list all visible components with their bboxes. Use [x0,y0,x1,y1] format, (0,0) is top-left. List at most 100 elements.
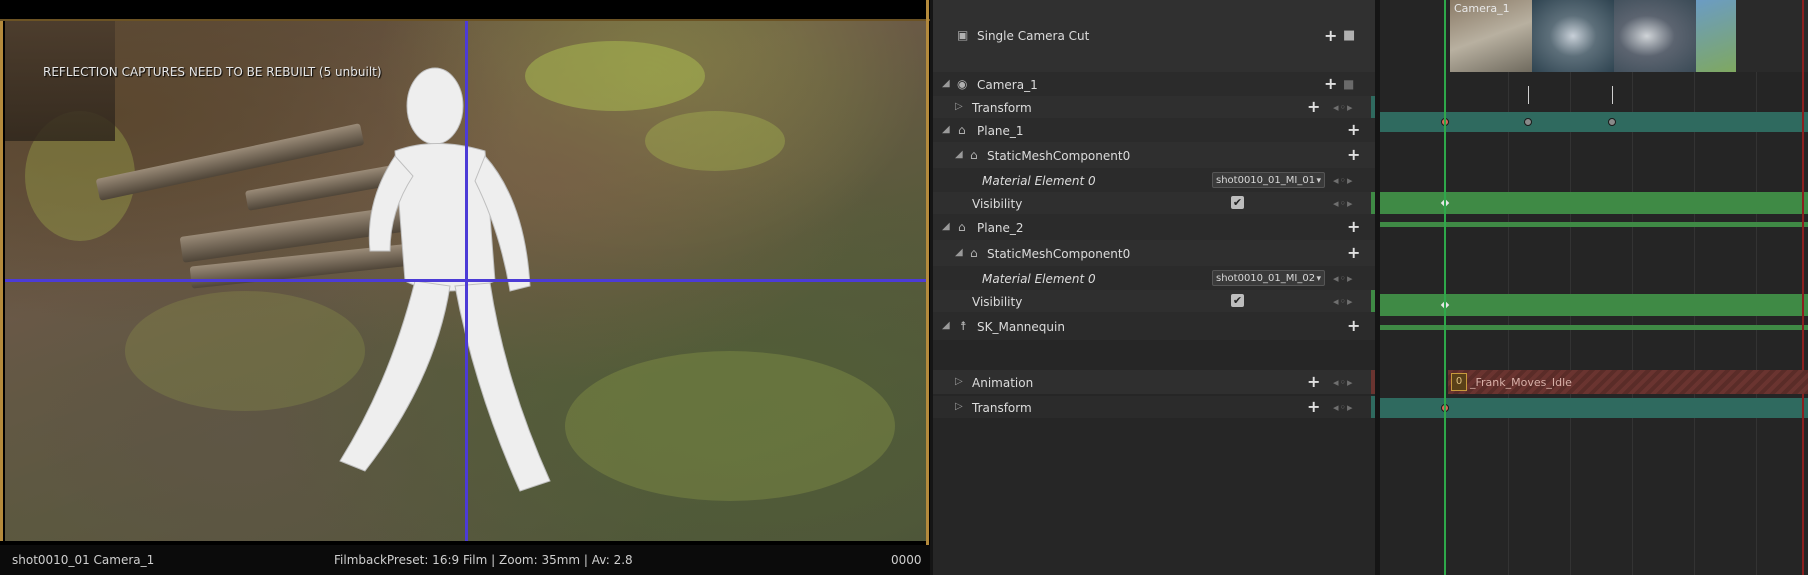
key-tick [1612,86,1613,104]
add-button[interactable]: + [1347,147,1360,163]
static-mesh-icon: ⌂ [970,246,978,260]
add-button[interactable]: + [1324,76,1337,92]
track-label: Camera_1 [977,78,1038,92]
keyframe-nav[interactable]: ◂◦▸ [1333,401,1354,414]
visibility-checkbox[interactable]: ✔ [1231,294,1244,307]
add-button[interactable]: + [1347,219,1360,235]
track-label: Plane_2 [977,221,1024,235]
add-button[interactable]: + [1347,318,1360,334]
track-color-marker [1371,290,1375,312]
add-button[interactable]: + [1347,245,1360,261]
track-color-marker [1371,96,1375,118]
track-label: Visibility [972,197,1023,211]
camera-cut-empty [1736,0,1808,72]
skeletal-mesh-icon: ☨ [960,319,967,333]
camera-icon[interactable]: ■ [1343,28,1355,43]
keyframe-nav[interactable]: ◂◦▸ [1333,272,1354,285]
anim-clip-badge: 0 [1451,373,1467,391]
camera-track[interactable]: ◢ ◉ Camera_1 + ■ [933,72,1375,96]
track-label: Animation [972,376,1034,390]
track-label: StaticMeshComponent0 [987,149,1131,163]
expand-arrow-icon[interactable]: ▷ [955,376,963,387]
camera-cut-label: Camera_1 [1454,2,1510,15]
camera-thumbnail [1532,0,1614,72]
actor-icon: ⌂ [958,220,966,234]
wooden-structure [5,21,115,141]
plane1-track[interactable]: ◢ ⌂ Plane_1 + [933,118,1375,142]
camera-transform-track[interactable]: ▷ Transform + ◂◦▸ [933,96,1375,118]
add-button[interactable]: + [1347,122,1360,138]
track-color-marker [1371,396,1375,418]
chevron-down-icon: ▾ [1316,176,1321,186]
track-label: Single Camera Cut [977,29,1090,43]
animation-clip-label: _Frank_Moves_Idle [1470,376,1572,389]
material-dropdown[interactable]: shot0010_01_MI_01 ▾ [1212,172,1325,188]
chevron-down-icon: ▾ [1316,274,1321,284]
keyframe-nav[interactable]: ◂◦▸ [1333,376,1354,389]
grass-patch [565,351,895,501]
material-dropdown[interactable]: shot0010_01_MI_02 ▾ [1212,270,1325,286]
plane2-track[interactable]: ◢ ⌂ Plane_2 + [933,214,1375,240]
actor-icon: ⌂ [958,123,966,137]
grid-line [1632,70,1633,575]
track-label: Visibility [972,295,1023,309]
plane2-component-track[interactable]: ◢ ⌂ StaticMeshComponent0 + [933,240,1375,266]
track-label: Material Element 0 [982,272,1096,286]
shot-camera-label: shot0010_01 Camera_1 [12,553,155,567]
add-key-button[interactable]: + [1307,374,1320,390]
animation-track[interactable]: ▷ Animation + ◂◦▸ [933,370,1375,394]
playhead[interactable] [1444,0,1446,575]
plane1-material-track[interactable]: Material Element 0 shot0010_01_MI_01 ▾ ◂… [933,168,1375,192]
plane2-visibility-track[interactable]: Visibility ✔ ◂◦▸ [933,290,1375,312]
sequencer-timeline[interactable] [1380,0,1808,575]
viewport-border [926,0,929,575]
viewport-border [0,21,3,541]
static-mesh-icon: ⌂ [970,148,978,162]
mannequin-transform-track[interactable]: ▷ Transform + ◂◦▸ [933,396,1375,418]
collapse-arrow-icon[interactable]: ◢ [942,124,950,135]
grid-line [1694,70,1695,575]
playback-end-marker[interactable] [1802,0,1804,575]
key-tick [1528,86,1529,104]
grid-line [1508,70,1509,575]
track-color-marker [1371,192,1375,214]
collapse-arrow-icon[interactable]: ◢ [955,149,963,160]
viewport-scene[interactable] [5,21,926,541]
plane2-material-track[interactable]: Material Element 0 shot0010_01_MI_02 ▾ ◂… [933,266,1375,290]
reflection-warning: REFLECTION CAPTURES NEED TO BE REBUILT (… [43,65,382,79]
dropdown-value: shot0010_01_MI_02 [1216,273,1316,284]
frame-counter: 0000 [891,553,922,567]
visibility-checkbox[interactable]: ✔ [1231,196,1244,209]
expand-arrow-icon[interactable]: ▷ [955,101,963,112]
plane1-visibility-track[interactable]: Visibility ✔ ◂◦▸ [933,192,1375,214]
track-color-marker [1371,370,1375,394]
track-label: SK_Mannequin [977,320,1065,334]
grass-patch [645,111,785,171]
add-key-button[interactable]: + [1307,99,1320,115]
mannequin-track[interactable]: ◢ ☨ SK_Mannequin + [933,312,1375,340]
expand-arrow-icon[interactable]: ▷ [955,401,963,412]
track-label: Plane_1 [977,124,1024,138]
collapse-arrow-icon[interactable]: ◢ [942,320,950,331]
keyframe-nav[interactable]: ◂◦▸ [1333,101,1354,114]
track-label: Transform [972,101,1032,115]
camera-icon[interactable]: ■ [1343,77,1354,91]
keyframe-nav[interactable]: ◂◦▸ [1333,197,1354,210]
dropdown-value: shot0010_01_MI_01 [1216,175,1316,186]
plane1-component-track[interactable]: ◢ ⌂ StaticMeshComponent0 + [933,142,1375,168]
keyframe[interactable] [1524,118,1532,126]
add-button[interactable]: + [1324,28,1337,44]
guide-vertical [465,21,468,541]
collapse-arrow-icon[interactable]: ◢ [955,247,963,258]
keyframe[interactable] [1608,118,1616,126]
camera-thumbnail [1614,0,1696,72]
camera-cut-track[interactable]: ▣ Single Camera Cut + ■ [933,0,1375,72]
keyframe-nav[interactable]: ◂◦▸ [1333,174,1354,187]
camera-cut-icon: ▣ [957,28,969,42]
collapse-arrow-icon[interactable]: ◢ [942,78,950,89]
camera-thumbnail [1696,0,1736,72]
add-key-button[interactable]: + [1307,399,1320,415]
camera-actor-icon: ◉ [957,77,968,91]
collapse-arrow-icon[interactable]: ◢ [942,221,950,232]
keyframe-nav[interactable]: ◂◦▸ [1333,295,1354,308]
